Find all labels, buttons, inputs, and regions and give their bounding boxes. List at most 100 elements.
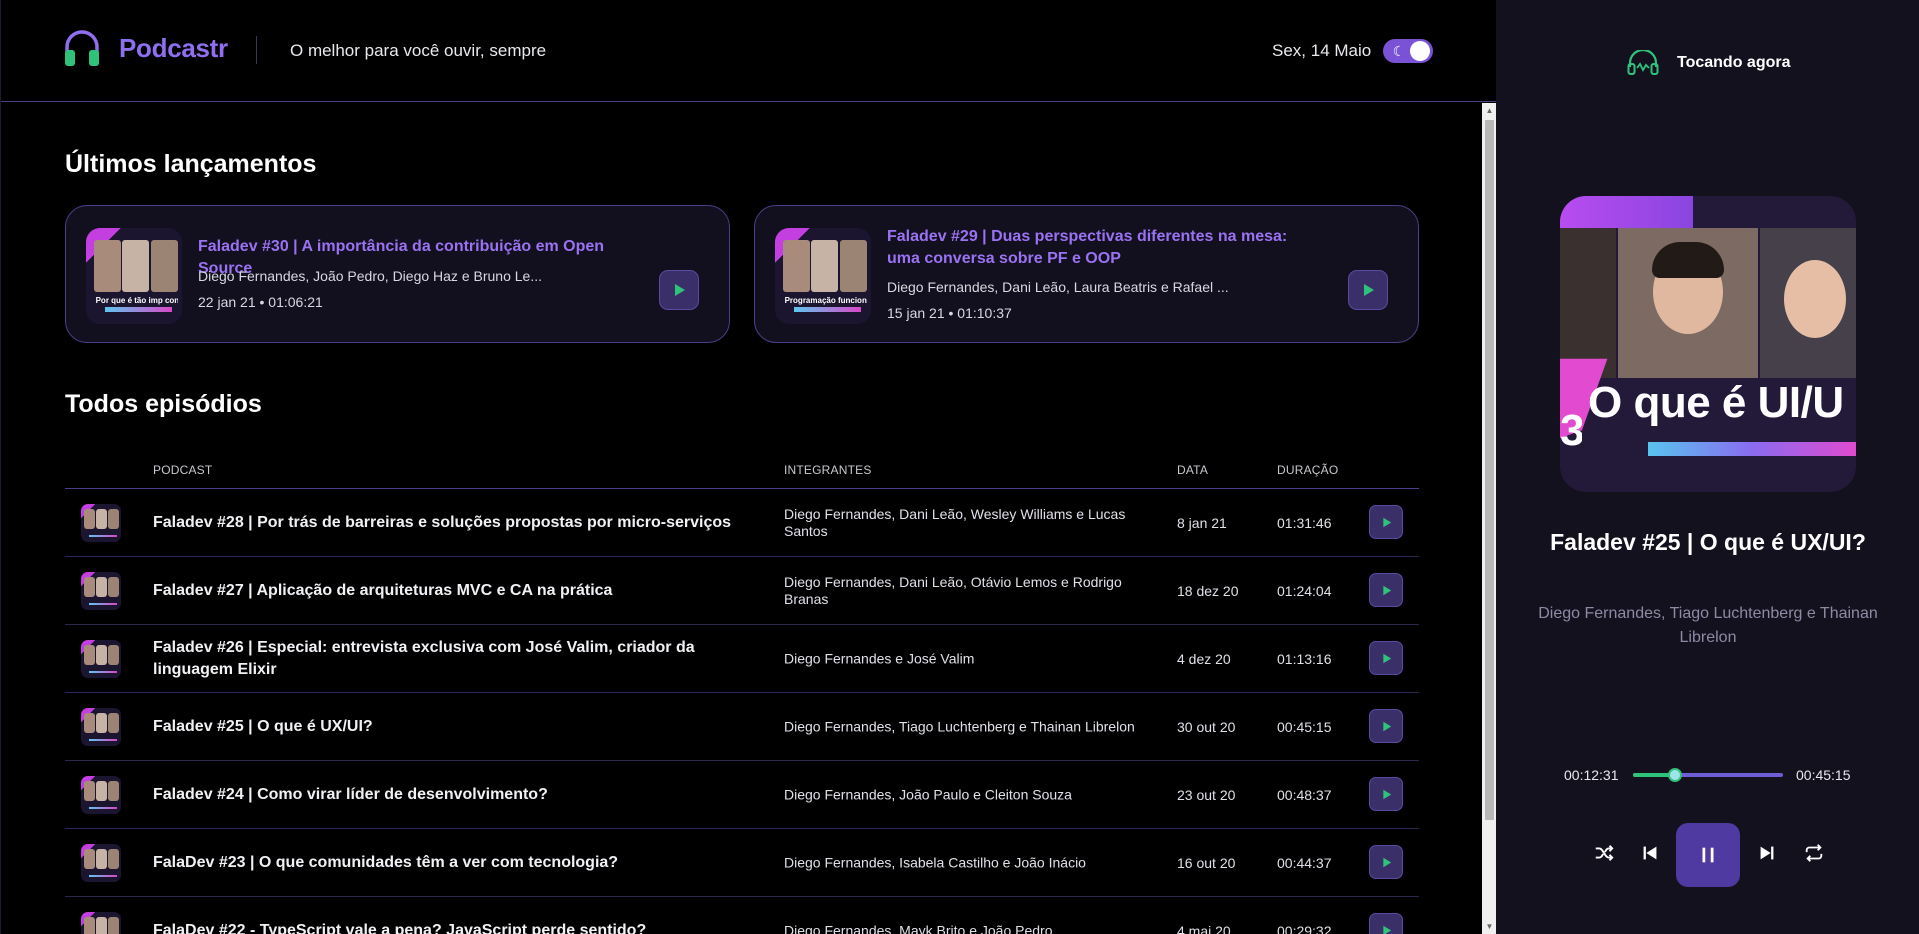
episode-thumbnail: Por que é tão imp contribuir em Open S: [86, 228, 182, 324]
episode-title[interactable]: Faladev #27 | Aplicação de arquiteturas …: [153, 580, 733, 602]
episode-title[interactable]: Faladev #25 | O que é UX/UI?: [153, 716, 733, 738]
play-icon: [1382, 789, 1391, 799]
play-button[interactable]: [1369, 709, 1403, 743]
repeat-button[interactable]: [1799, 838, 1829, 868]
episodes-table: PODCAST INTEGRANTES DATA DURAÇÃO Faladev…: [65, 449, 1419, 934]
card-title[interactable]: Faladev #29 | Duas perspectivas diferent…: [887, 226, 1317, 270]
table-row: Faladev #28 | Por trás de barreiras e so…: [65, 489, 1419, 557]
episode-thumbnail: [81, 640, 121, 678]
episode-title[interactable]: FalaDev #23 | O que comunidades têm a ve…: [153, 852, 733, 874]
episode-thumbnail: [81, 844, 121, 882]
shuffle-icon: [1595, 845, 1614, 861]
episode-duration: 00:45:15: [1277, 718, 1332, 735]
column-members: INTEGRANTES: [784, 463, 872, 477]
play-icon: [1382, 857, 1391, 867]
play-button[interactable]: [1369, 573, 1403, 607]
table-header: PODCAST INTEGRANTES DATA DURAÇÃO: [65, 449, 1419, 489]
card-members: Diego Fernandes, Dani Leão, Laura Beatri…: [887, 279, 1229, 295]
episode-duration: 00:29:32: [1277, 922, 1332, 934]
player-header: Tocando agora: [1627, 50, 1791, 76]
episode-members: Diego Fernandes, Tiago Luchtenberg e Tha…: [784, 718, 1135, 734]
episode-date: 23 out 20: [1177, 786, 1236, 803]
now-playing-label: Tocando agora: [1677, 54, 1791, 71]
episode-thumbnail: Programação funciona devs orientados a o: [775, 228, 871, 324]
episode-thumbnail: [81, 572, 121, 610]
episode-duration: 00:44:37: [1277, 854, 1332, 871]
episode-duration: 01:24:04: [1277, 582, 1332, 599]
theme-toggle[interactable]: ☾: [1383, 39, 1433, 63]
play-icon: [675, 284, 685, 296]
play-icon: [1364, 284, 1374, 296]
main-panel: Podcastr O melhor para você ouvir, sempr…: [0, 0, 1497, 934]
shuffle-button[interactable]: [1589, 838, 1619, 868]
episode-date: 4 dez 20: [1177, 650, 1231, 667]
play-button[interactable]: [1369, 845, 1403, 879]
play-button[interactable]: [1348, 270, 1388, 310]
play-icon: [1382, 653, 1391, 663]
cover-title: O que é UI/U: [1588, 378, 1844, 427]
latest-card[interactable]: Por que é tão imp contribuir em Open S F…: [65, 205, 730, 343]
headphones-icon: [1627, 50, 1659, 75]
episode-date: 18 dez 20: [1177, 582, 1239, 599]
player-episode-title: Faladev #25 | O que é UX/UI?: [1550, 529, 1866, 555]
episode-duration: 01:13:16: [1277, 650, 1332, 667]
header: Podcastr O melhor para você ouvir, sempr…: [1, 0, 1497, 102]
table-row: FalaDev #23 | O que comunidades têm a ve…: [65, 829, 1419, 897]
play-button[interactable]: [1369, 777, 1403, 811]
episode-members: Diego Fernandes, João Paulo e Cleiton So…: [784, 786, 1072, 802]
thumbnail-text: Programação funciona devs orientados a o: [784, 296, 868, 305]
player-episode-members: Diego Fernandes, Tiago Luchtenberg e Tha…: [1538, 605, 1878, 646]
episode-members: Diego Fernandes, Dani Leão, Wesley Willi…: [784, 505, 1126, 539]
episode-duration: 01:31:46: [1277, 514, 1332, 531]
episode-members: Diego Fernandes, Mayk Brito e João Pedro: [784, 922, 1053, 934]
latest-title: Últimos lançamentos: [65, 150, 317, 178]
episode-title[interactable]: Faladev #24 | Como virar líder de desenv…: [153, 784, 733, 806]
episode-date: 8 jan 21: [1177, 514, 1227, 531]
column-podcast: PODCAST: [153, 463, 213, 477]
episode-date: 30 out 20: [1177, 718, 1236, 735]
table-row: Faladev #24 | Como virar líder de desenv…: [65, 761, 1419, 829]
total-time: 00:45:15: [1796, 767, 1851, 783]
episode-title[interactable]: FalaDev #22 - TypeScript vale a pena? Ja…: [153, 920, 733, 934]
pause-button[interactable]: [1676, 823, 1740, 887]
column-duration: DURAÇÃO: [1277, 463, 1339, 477]
play-icon: [1382, 721, 1391, 731]
scrollbar-thumb[interactable]: [1485, 120, 1494, 820]
previous-button[interactable]: [1635, 838, 1665, 868]
scroll-down-icon[interactable]: ▼: [1482, 919, 1497, 934]
tagline: O melhor para você ouvir, sempre: [290, 41, 547, 60]
table-row: Faladev #25 | O que é UX/UI? Diego Ferna…: [65, 693, 1419, 761]
current-time: 00:12:31: [1564, 767, 1619, 783]
thumbnail-text: Por que é tão imp contribuir em Open S: [95, 296, 179, 305]
brand-name: Podcastr: [119, 32, 228, 63]
cover-number: 3: [1560, 406, 1582, 455]
card-members: Diego Fernandes, João Pedro, Diego Haz e…: [198, 268, 542, 284]
episode-title[interactable]: Faladev #26 | Especial: entrevista exclu…: [153, 637, 733, 681]
play-icon: [1382, 585, 1391, 595]
headphones-icon: [65, 30, 99, 66]
play-button[interactable]: [1369, 913, 1403, 934]
scroll-up-icon[interactable]: ▲: [1482, 103, 1497, 118]
skip-next-icon: [1760, 846, 1774, 860]
play-button[interactable]: [1369, 641, 1403, 675]
pause-icon: [1702, 847, 1714, 863]
all-episodes-title: Todos episódios: [65, 390, 262, 418]
episode-title[interactable]: Faladev #28 | Por trás de barreiras e so…: [153, 512, 733, 534]
episode-cover: 3 O que é UI/U: [1560, 196, 1856, 492]
column-date: DATA: [1177, 463, 1209, 477]
next-button[interactable]: [1752, 838, 1782, 868]
brand-logo[interactable]: Podcastr: [63, 28, 228, 68]
scrollbar[interactable]: ▲ ▼: [1482, 103, 1497, 934]
episode-date: 16 out 20: [1177, 854, 1236, 871]
scroll-content: Últimos lançamentos Por que é tão imp co…: [1, 103, 1481, 934]
card-meta: 22 jan 21 • 01:06:21: [198, 294, 323, 310]
episode-thumbnail: [81, 708, 121, 746]
toggle-knob: [1410, 41, 1430, 61]
play-button[interactable]: [1369, 505, 1403, 539]
progress-handle[interactable]: [1667, 768, 1682, 782]
episode-members: Diego Fernandes e José Valim: [784, 650, 975, 666]
repeat-icon: [1805, 844, 1823, 862]
progress-slider[interactable]: [1633, 768, 1783, 782]
latest-card[interactable]: Programação funciona devs orientados a o…: [754, 205, 1419, 343]
play-button[interactable]: [659, 270, 699, 310]
